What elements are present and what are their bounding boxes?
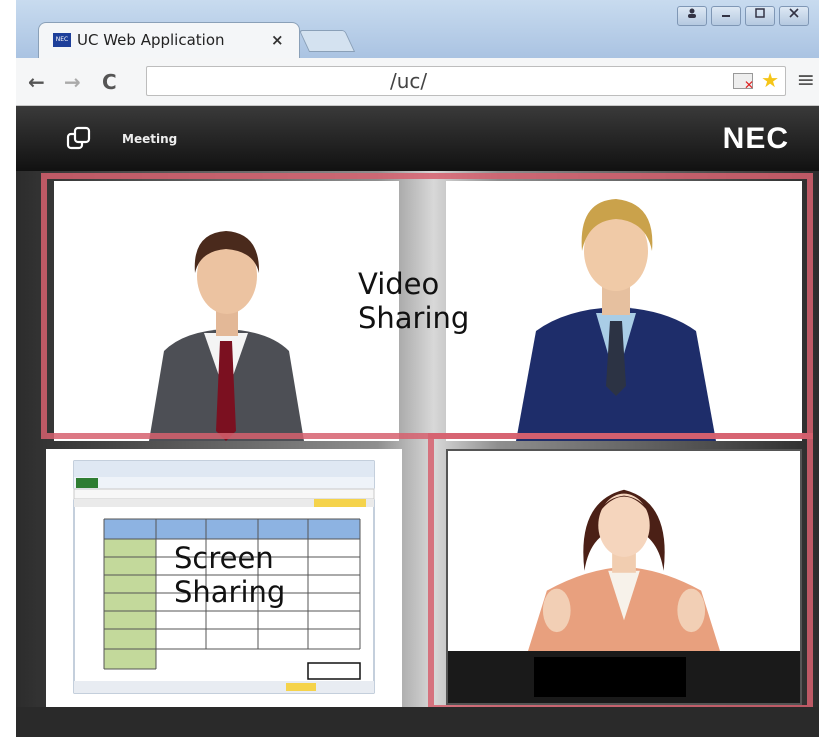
- participant-woman-image: [527, 489, 721, 654]
- screen-sharing-label-line2: Sharing: [174, 575, 286, 609]
- meeting-label[interactable]: Meeting: [122, 132, 177, 146]
- forward-button[interactable]: →: [64, 70, 81, 94]
- video-pane-1[interactable]: [54, 181, 399, 441]
- title-bar: NEC UC Web Application ×: [16, 0, 819, 58]
- video-control-bar: [448, 651, 800, 703]
- window-controls: [677, 6, 809, 26]
- blocked-popup-icon[interactable]: [733, 73, 754, 92]
- maximize-button[interactable]: [745, 6, 775, 26]
- browser-window: NEC UC Web Application × ← → C /uc/ ✕ ★ …: [16, 0, 819, 737]
- tab-close-button[interactable]: ×: [271, 31, 284, 49]
- video-pane-3[interactable]: [446, 449, 802, 705]
- footer-bar: [16, 707, 819, 737]
- video-sharing-label: Video Sharing: [358, 267, 469, 335]
- bookmark-star-icon[interactable]: ★: [761, 68, 779, 92]
- screen-sharing-label: Screen Sharing: [174, 541, 285, 609]
- browser-tab[interactable]: NEC UC Web Application ×: [38, 22, 300, 58]
- meeting-icon[interactable]: [66, 126, 92, 152]
- app-header: Meeting NEC: [16, 106, 819, 171]
- nec-logo: NEC: [722, 122, 789, 155]
- meeting-content: Screen Sharing Video Sharing: [16, 171, 819, 737]
- menu-icon[interactable]: ≡: [797, 68, 815, 93]
- close-button[interactable]: [779, 6, 809, 26]
- url-text: /uc/: [390, 69, 428, 93]
- minimize-button[interactable]: [711, 6, 741, 26]
- back-button[interactable]: ←: [28, 70, 45, 94]
- participant-man-2-image: [516, 199, 716, 441]
- video-pane-2[interactable]: [446, 181, 802, 441]
- screen-share-pane[interactable]: Screen Sharing: [46, 449, 402, 707]
- reload-button[interactable]: C: [102, 70, 117, 94]
- screen-sharing-label-line1: Screen: [174, 541, 274, 575]
- address-bar[interactable]: /uc/ ★: [146, 66, 786, 96]
- participant-name-bar: [534, 657, 686, 697]
- nec-favicon-icon: NEC: [53, 33, 71, 47]
- fullscreen-icon[interactable]: [744, 663, 802, 705]
- new-tab-button[interactable]: [298, 30, 356, 52]
- video-sharing-label-line1: Video: [358, 267, 440, 301]
- user-icon[interactable]: [677, 6, 707, 26]
- participant-man-1-image: [149, 231, 304, 441]
- video-sharing-label-line2: Sharing: [358, 301, 470, 335]
- tab-title: UC Web Application: [77, 31, 225, 49]
- browser-toolbar: ← → C /uc/ ★ ≡: [16, 58, 819, 106]
